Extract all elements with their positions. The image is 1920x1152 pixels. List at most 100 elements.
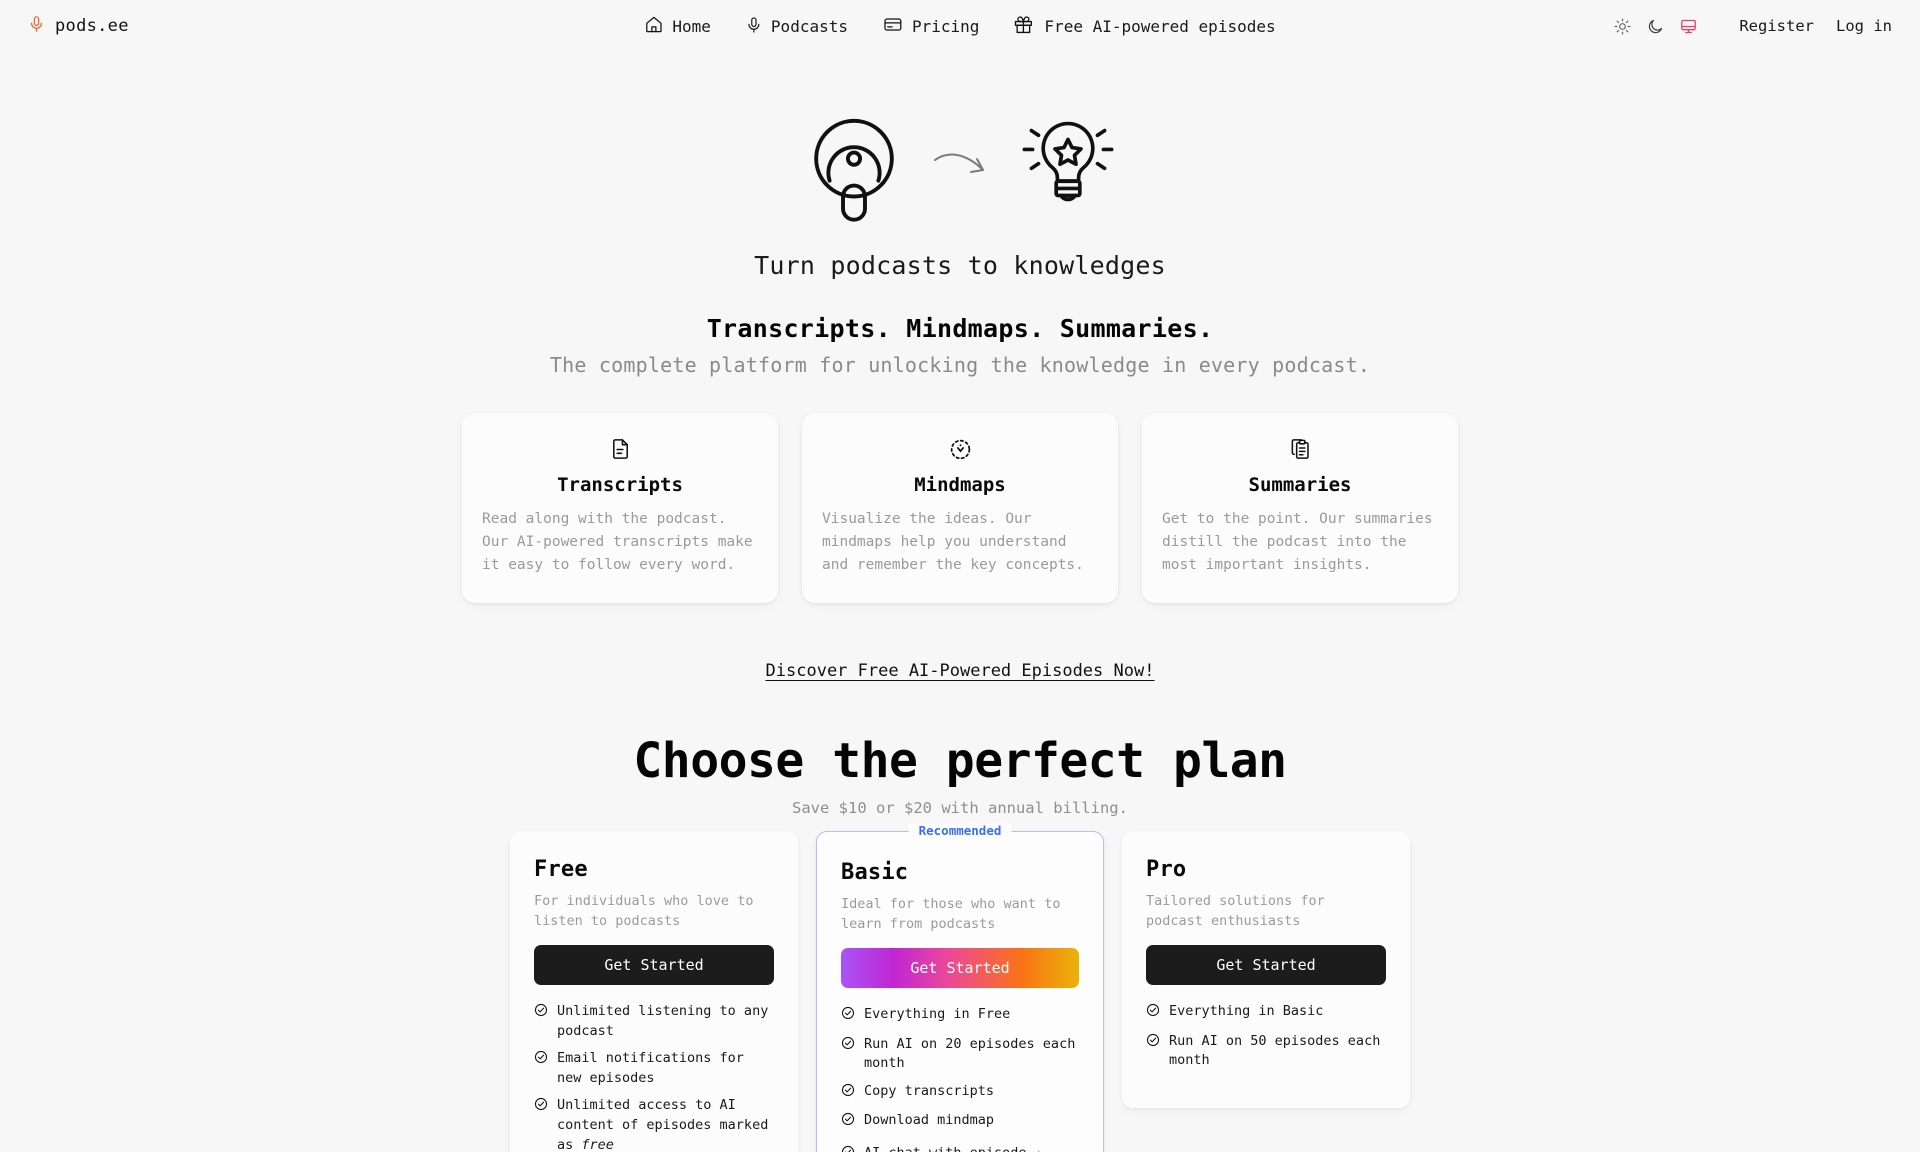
discover-episodes-link[interactable]: Discover Free AI-Powered Episodes Now! xyxy=(766,661,1155,681)
nav-item-home-label: Home xyxy=(672,16,711,36)
check-circle-icon xyxy=(1146,1003,1160,1024)
check-circle-icon xyxy=(841,1036,855,1057)
hero-tagline: Turn podcasts to knowledges xyxy=(754,251,1166,280)
nav-item-home[interactable]: Home xyxy=(644,15,711,38)
moon-icon[interactable] xyxy=(1647,18,1664,35)
plan-feature-list: Everything in Basic Run AI on 50 episode… xyxy=(1146,1001,1386,1071)
plan-name: Basic xyxy=(841,859,909,885)
feature-card-mindmaps: Mindmaps Visualize the ideas. Our mindma… xyxy=(802,413,1118,603)
plan-feature-list: Unlimited listening to any podcast Email… xyxy=(534,1001,774,1152)
login-link[interactable]: Log in xyxy=(1836,17,1892,35)
nav-right-controls: Register Log in xyxy=(1614,17,1892,35)
feature-card-title: Transcripts xyxy=(557,474,683,496)
plan-feature-emphasis: free xyxy=(581,1136,614,1152)
brand-logo[interactable]: pods.ee xyxy=(28,13,129,39)
plan-feature-item: Run AI on 20 episodes each month xyxy=(841,1034,1079,1074)
podcast-icon xyxy=(793,105,915,231)
nav-item-pricing-label: Pricing xyxy=(911,16,980,36)
top-navigation-bar: pods.ee Home Podcasts Pricing Free AI-po… xyxy=(0,0,1920,52)
plan-description: For individuals who love to listen to po… xyxy=(534,892,754,929)
plan-feature-item: Everything in Free xyxy=(841,1004,1079,1027)
get-started-button-basic[interactable]: Get Started xyxy=(841,948,1079,989)
check-circle-icon xyxy=(1146,1033,1160,1054)
check-circle-icon xyxy=(841,1145,855,1152)
check-circle-icon xyxy=(841,1083,855,1104)
nav-item-free-episodes[interactable]: Free AI-powered episodes xyxy=(1013,14,1276,39)
feature-card-summaries: Summaries Get to the point. Our summarie… xyxy=(1142,413,1458,603)
plan-feature-text: Unlimited listening to any podcast xyxy=(557,1003,769,1039)
feature-card-transcripts: Transcripts Read along with the podcast.… xyxy=(462,413,778,603)
register-link[interactable]: Register xyxy=(1739,17,1814,35)
plan-feature-text: Run AI on 50 episodes each month xyxy=(1169,1032,1381,1069)
plan-feature-item: Run AI on 50 episodes each month xyxy=(1146,1031,1386,1071)
brand-name: pods.ee xyxy=(55,16,129,36)
credit-card-icon xyxy=(882,15,903,38)
plan-feature-item: Download mindmap xyxy=(841,1110,1079,1133)
microphone-icon xyxy=(28,13,45,39)
feature-card-title: Mindmaps xyxy=(914,474,1006,496)
lightbulb-star-icon xyxy=(1009,107,1127,229)
hero-illustration xyxy=(0,100,1920,235)
pricing-plans: Free For individuals who love to listen … xyxy=(0,822,1920,1152)
clipboard-icon xyxy=(1162,435,1438,463)
hero-subheadline: The complete platform for unlocking the … xyxy=(549,353,1371,377)
plan-feature-item: AI chat with episode ★ xyxy=(841,1143,1079,1152)
nav-item-podcasts[interactable]: Podcasts xyxy=(745,15,848,39)
mindmap-icon xyxy=(822,435,1098,463)
plan-feature-text: Unlimited access to AI content of episod… xyxy=(557,1097,769,1152)
hero-headline: Transcripts. Mindmaps. Summaries. xyxy=(706,314,1214,343)
feature-card-desc: Get to the point. Our summaries distill … xyxy=(1162,511,1433,573)
plan-feature-text: AI chat with episode ★ xyxy=(864,1143,1043,1152)
gift-icon xyxy=(1013,14,1033,39)
plan-name: Free xyxy=(534,856,588,882)
get-started-button-pro[interactable]: Get Started xyxy=(1146,945,1386,986)
plan-description: Ideal for those who want to learn from p… xyxy=(841,895,1061,932)
plan-feature-text: Run AI on 20 episodes each month xyxy=(864,1035,1076,1072)
pricing-header: Choose the perfect plan Save $10 or $20 … xyxy=(0,733,1920,817)
arrow-icon xyxy=(931,146,993,190)
feature-cards: Transcripts Read along with the podcast.… xyxy=(0,413,1920,603)
nav-item-free-episodes-label: Free AI-powered episodes xyxy=(1044,16,1276,36)
theme-switcher xyxy=(1614,17,1697,35)
check-circle-icon xyxy=(841,1112,855,1133)
microphone-icon xyxy=(745,15,762,39)
plan-feature-text: Copy transcripts xyxy=(864,1082,995,1099)
plan-feature-item: Unlimited listening to any podcast xyxy=(534,1001,774,1041)
plan-feature-text: Everything in Basic xyxy=(1169,1003,1324,1020)
pricing-plan-free: Free For individuals who love to listen … xyxy=(510,830,798,1152)
auth-links: Register Log in xyxy=(1739,17,1892,35)
pricing-title: Choose the perfect plan xyxy=(633,732,1287,789)
plan-feature-text: Download mindmap xyxy=(864,1112,995,1129)
nav-item-podcasts-label: Podcasts xyxy=(770,16,848,36)
star-icon: ★ xyxy=(1035,1145,1043,1152)
check-circle-icon xyxy=(534,1097,548,1118)
monitor-icon[interactable] xyxy=(1680,18,1697,35)
check-circle-icon xyxy=(534,1050,548,1071)
plan-feature-text: Email notifications for new episodes xyxy=(557,1050,744,1086)
feature-card-desc: Visualize the ideas. Our mindmaps help y… xyxy=(822,511,1084,573)
discover-section: Discover Free AI-Powered Episodes Now! xyxy=(0,661,1920,681)
get-started-button-free[interactable]: Get Started xyxy=(534,945,774,986)
nav-links: Home Podcasts Pricing Free AI-powered ep… xyxy=(644,14,1276,39)
pricing-subtitle: Save $10 or $20 with annual billing. xyxy=(792,798,1128,817)
pricing-plan-basic: Recommended Basic Ideal for those who wa… xyxy=(816,822,1104,1152)
check-circle-icon xyxy=(534,1003,548,1024)
pricing-plan-pro: Pro Tailored solutions for podcast enthu… xyxy=(1122,830,1410,1108)
plan-feature-item: Unlimited access to AI content of episod… xyxy=(534,1095,774,1152)
document-icon xyxy=(482,435,758,463)
plan-feature-item: Email notifications for new episodes xyxy=(534,1048,774,1088)
check-circle-icon xyxy=(841,1006,855,1027)
feature-card-desc: Read along with the podcast. Our AI-powe… xyxy=(482,511,753,573)
plan-name: Pro xyxy=(1146,856,1187,882)
sun-icon[interactable] xyxy=(1614,17,1631,35)
plan-feature-list: Everything in Free Run AI on 20 episodes… xyxy=(841,1004,1079,1152)
feature-card-title: Summaries xyxy=(1248,474,1352,496)
recommended-badge: Recommended xyxy=(908,822,1012,838)
plan-description: Tailored solutions for podcast enthusias… xyxy=(1146,892,1325,929)
plan-feature-item: Everything in Basic xyxy=(1146,1001,1386,1024)
hero-section: Turn podcasts to knowledges Transcripts.… xyxy=(0,52,1920,377)
plan-feature-item: Copy transcripts xyxy=(841,1081,1079,1104)
home-icon xyxy=(644,15,663,38)
nav-item-pricing[interactable]: Pricing xyxy=(882,15,979,38)
plan-feature-text: Everything in Free xyxy=(864,1006,1011,1023)
